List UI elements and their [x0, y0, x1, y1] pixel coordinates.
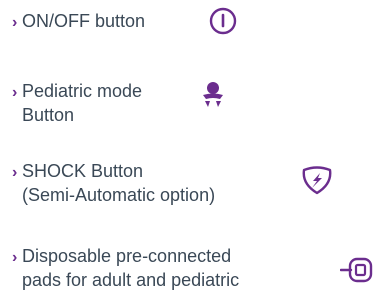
- feature-shock-label-2: (Semi-Automatic option): [22, 185, 216, 205]
- feature-pads-label-2: pads for adult and pediatric: [22, 270, 240, 290]
- bullet-icon: ›: [12, 14, 18, 31]
- shock-icon: [300, 164, 334, 196]
- feature-pads: › Disposable pre-connected pads for adult…: [12, 245, 239, 291]
- bullet-icon: ›: [12, 249, 18, 266]
- feature-onoff: › ON/OFF button: [12, 10, 145, 34]
- feature-pediatric: › Pediatric mode Button: [12, 80, 142, 126]
- feature-pads-label-1: Disposable pre-connected: [22, 246, 232, 266]
- power-icon: [208, 6, 238, 36]
- feature-onoff-label: ON/OFF button: [22, 11, 146, 31]
- feature-pediatric-label-2: Button: [22, 105, 75, 125]
- feature-shock: › SHOCK Button (Semi-Automatic option): [12, 160, 215, 206]
- bullet-icon: ›: [12, 84, 18, 101]
- feature-pediatric-label-1: Pediatric mode: [22, 81, 143, 101]
- pads-connector-icon: [340, 256, 374, 284]
- bullet-icon: ›: [12, 164, 18, 181]
- baby-icon: [199, 80, 227, 110]
- feature-shock-label-1: SHOCK Button: [22, 161, 144, 181]
